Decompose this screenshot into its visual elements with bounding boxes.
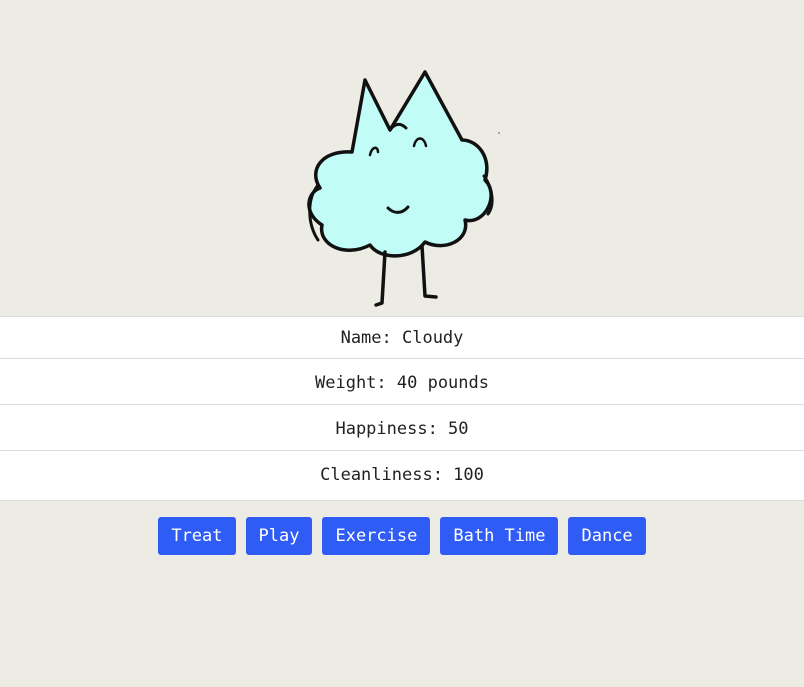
stat-weight: Weight: 40 pounds bbox=[0, 358, 804, 404]
exercise-button[interactable]: Exercise bbox=[322, 517, 431, 555]
stat-cleanliness: Cleanliness: 100 bbox=[0, 450, 804, 501]
virtual-pet-page: Name: Cloudy Weight: 40 pounds Happiness… bbox=[0, 0, 804, 687]
dance-button[interactable]: Dance bbox=[568, 517, 646, 555]
pet-stats-panel: Name: Cloudy Weight: 40 pounds Happiness… bbox=[0, 316, 804, 501]
treat-button[interactable]: Treat bbox=[158, 517, 236, 555]
bath-time-button[interactable]: Bath Time bbox=[440, 517, 559, 555]
action-button-bar: Treat Play Exercise Bath Time Dance bbox=[0, 517, 804, 555]
stat-happiness: Happiness: 50 bbox=[0, 404, 804, 450]
play-button[interactable]: Play bbox=[245, 517, 313, 555]
stat-name: Name: Cloudy bbox=[0, 316, 804, 358]
pet-image bbox=[307, 70, 500, 307]
pet-display bbox=[0, 0, 804, 316]
